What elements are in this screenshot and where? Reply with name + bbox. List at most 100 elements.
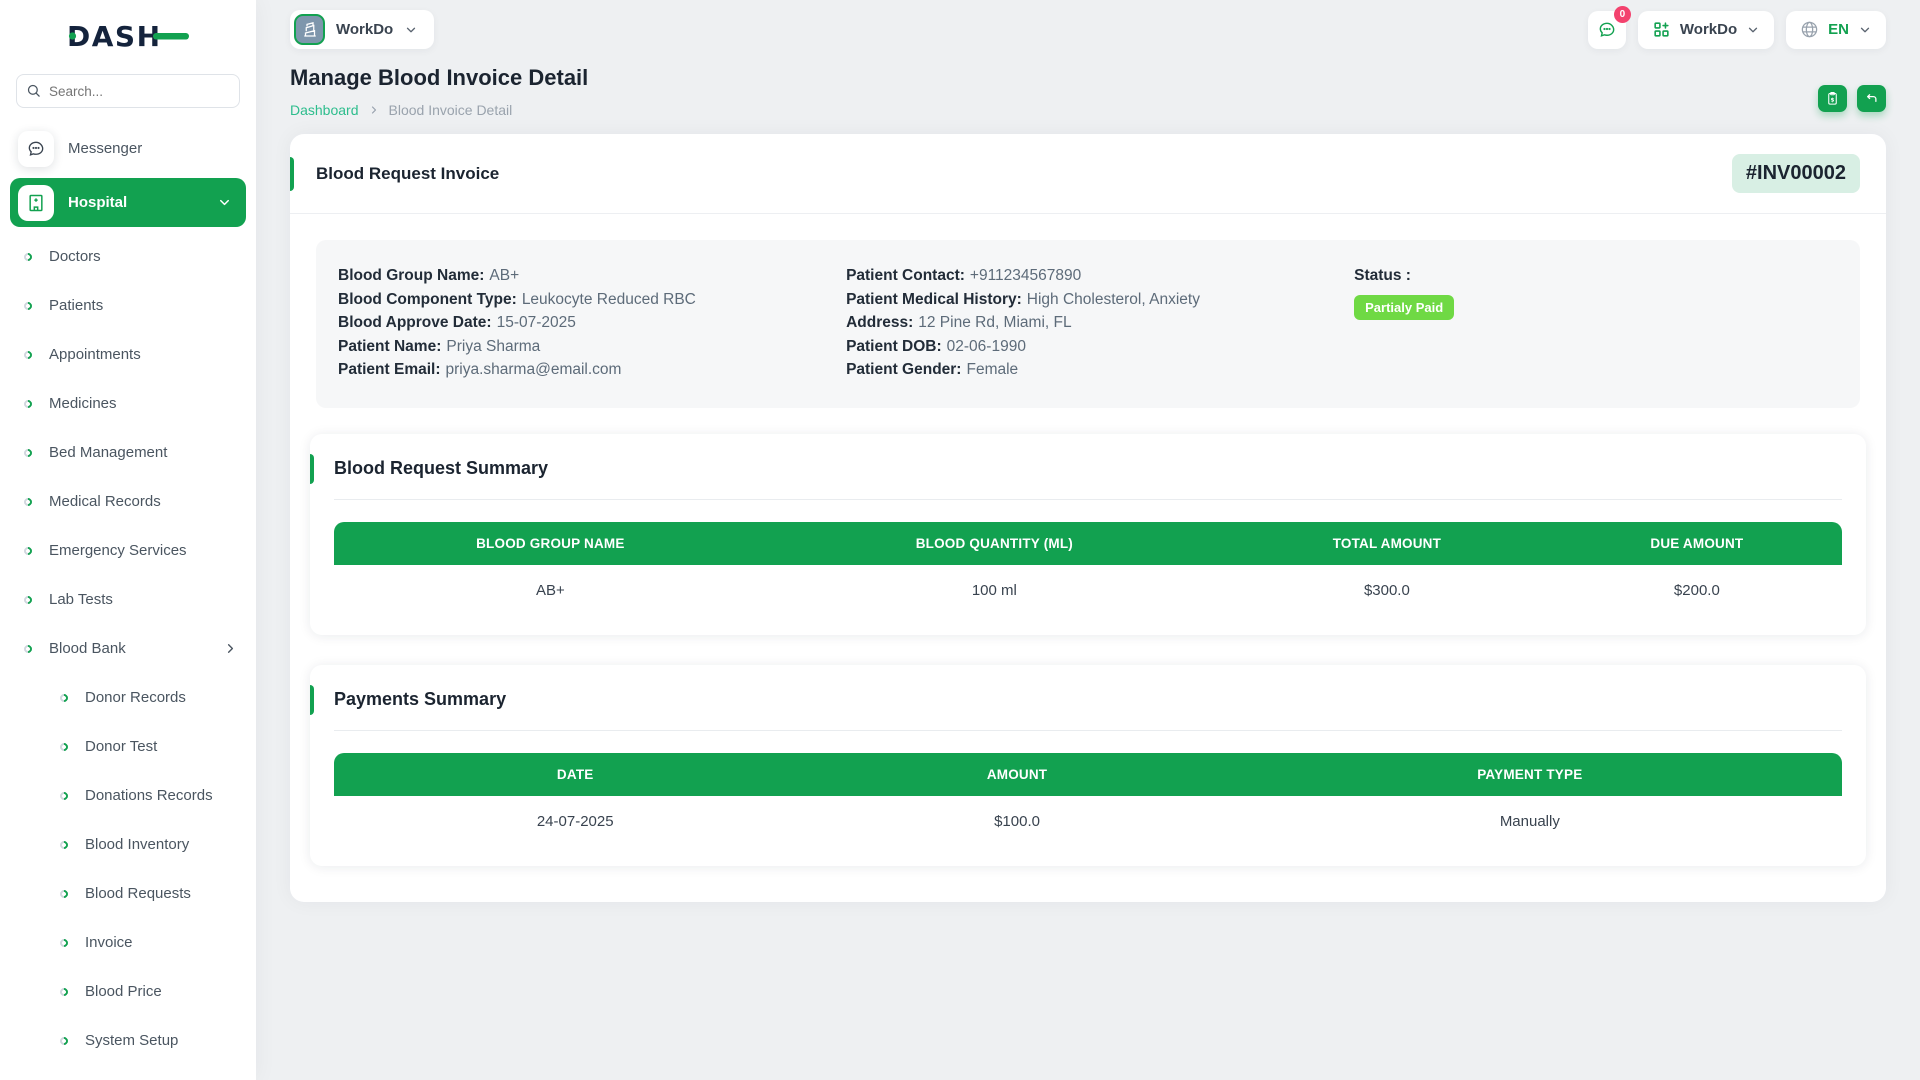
sidebar-item-lab-tests[interactable]: Lab Tests [0,575,256,624]
sidebar-item-invoice[interactable]: Invoice [0,918,256,967]
svg-text:DASH: DASH [67,20,162,53]
bullet-icon [58,839,69,850]
sidebar-item-medicines[interactable]: Medicines [0,379,256,428]
sidebar-item-donations-records[interactable]: Donations Records [0,771,256,820]
chevron-down-icon [217,195,232,210]
bullet-icon [22,594,33,605]
sidebar-item-label: Medical Records [49,493,161,510]
table-header-row: DATE AMOUNT PAYMENT TYPE [334,753,1842,796]
globe-icon [1800,20,1819,39]
blood-request-summary-card: Blood Request Summary BLOOD GROUP NAME B… [310,434,1866,635]
column-header: PAYMENT TYPE [1218,753,1842,796]
sidebar-item-label: Blood Price [85,983,162,1000]
workdo-menu-button[interactable]: WorkDo [1638,11,1774,49]
sidebar-item-emergency-services[interactable]: Emergency Services [0,526,256,575]
sidebar-item-donor-records[interactable]: Donor Records [0,673,256,722]
bullet-icon [22,545,33,556]
sidebar-item-blood-inventory[interactable]: Blood Inventory [0,820,256,869]
messenger-button[interactable]: 0 [1588,11,1626,49]
details-column-status: Status : Partialy Paid [1354,264,1838,382]
chevron-down-icon [1746,23,1760,37]
table-row: AB+ 100 ml $300.0 $200.0 [334,565,1842,607]
sidebar-item-messenger[interactable]: Messenger [0,124,256,173]
breadcrumb-dashboard-link[interactable]: Dashboard [290,102,359,118]
sidebar-item-label: Donor Records [85,689,186,706]
chevron-down-icon [1858,23,1872,37]
cell-date: 24-07-2025 [334,796,816,838]
sidebar-item-label: Appointments [49,346,141,363]
column-header: BLOOD QUANTITY (ML) [767,522,1222,565]
detail-value: Female [966,361,1018,378]
sidebar-item-label: Lab Tests [49,591,113,608]
sidebar-item-hospital[interactable]: Hospital [10,178,246,227]
apps-grid-icon [1652,20,1671,39]
sidebar-item-bed-management[interactable]: Bed Management [0,428,256,477]
workdo-label: WorkDo [1680,21,1737,38]
sidebar-item-surgery[interactable]: Surgery [0,1065,256,1080]
sidebar-item-system-setup[interactable]: System Setup [0,1016,256,1065]
bullet-icon [22,300,33,311]
column-header: DUE AMOUNT [1552,522,1842,565]
bullet-icon [58,888,69,899]
detail-label: Patient Contact: [846,267,965,284]
bullet-icon [22,496,33,507]
page-title: Manage Blood Invoice Detail [290,65,588,91]
detail-label: Blood Approve Date: [338,314,492,331]
detail-value: 15-07-2025 [497,314,576,331]
sidebar-item-blood-price[interactable]: Blood Price [0,967,256,1016]
chevron-right-icon [368,104,380,116]
cell-due-amount: $200.0 [1552,565,1842,607]
sidebar-item-patients[interactable]: Patients [0,281,256,330]
sidebar-item-label: System Setup [85,1032,178,1049]
section-title: Payments Summary [334,689,506,710]
app-selector-label: WorkDo [336,21,393,38]
add-payment-button[interactable]: $ [1818,85,1847,112]
language-dropdown[interactable]: EN [1786,11,1886,49]
column-header: BLOOD GROUP NAME [334,522,767,565]
sidebar-item-blood-bank[interactable]: Blood Bank [0,624,256,673]
dash-logo-icon: DASH [65,18,191,54]
sidebar-item-label: Blood Requests [85,885,191,902]
building-icon [294,14,325,45]
sidebar-item-blood-requests[interactable]: Blood Requests [0,869,256,918]
language-label: EN [1828,21,1849,38]
bullet-icon [22,251,33,262]
bullet-icon [22,643,33,654]
search-input[interactable] [16,74,240,108]
sidebar-item-label: Donor Test [85,738,157,755]
sidebar-item-doctors[interactable]: Doctors [0,232,256,281]
bullet-icon [22,398,33,409]
topbar: WorkDo 0 [290,0,1886,49]
column-header: AMOUNT [816,753,1217,796]
sidebar-item-donor-test[interactable]: Donor Test [0,722,256,771]
bullet-icon [58,986,69,997]
sidebar-item-appointments[interactable]: Appointments [0,330,256,379]
sidebar-item-label: Bed Management [49,444,167,461]
back-button[interactable] [1857,85,1886,112]
status-label: Status : [1354,267,1411,284]
bullet-icon [58,937,69,948]
back-arrow-icon [1864,91,1879,106]
main-content: WorkDo 0 [256,0,1920,1080]
sidebar-item-medical-records[interactable]: Medical Records [0,477,256,526]
sidebar-item-label: Blood Bank [49,640,126,657]
accent-bar [310,685,314,715]
detail-value: 02-06-1990 [947,338,1026,355]
search-icon [26,83,41,98]
status-badge: Partialy Paid [1354,295,1454,320]
payments-summary-card: Payments Summary DATE AMOUNT PAYMENT TYP… [310,665,1866,866]
bullet-icon [22,349,33,360]
detail-value: +911234567890 [970,267,1081,284]
detail-value: AB+ [489,267,519,284]
brand-logo[interactable]: DASH [0,0,256,72]
chevron-down-icon [404,23,418,37]
sidebar: DASH Messenger Hospital [0,0,256,1080]
detail-label: Patient Gender: [846,361,961,378]
detail-value: Priya Sharma [446,338,540,355]
detail-label: Address: [846,314,913,331]
app-selector-dropdown[interactable]: WorkDo [290,10,434,49]
cell-payment-type: Manually [1218,796,1842,838]
sidebar-item-label: Hospital [68,194,127,211]
sidebar-item-label: Doctors [49,248,101,265]
detail-label: Patient DOB: [846,338,942,355]
